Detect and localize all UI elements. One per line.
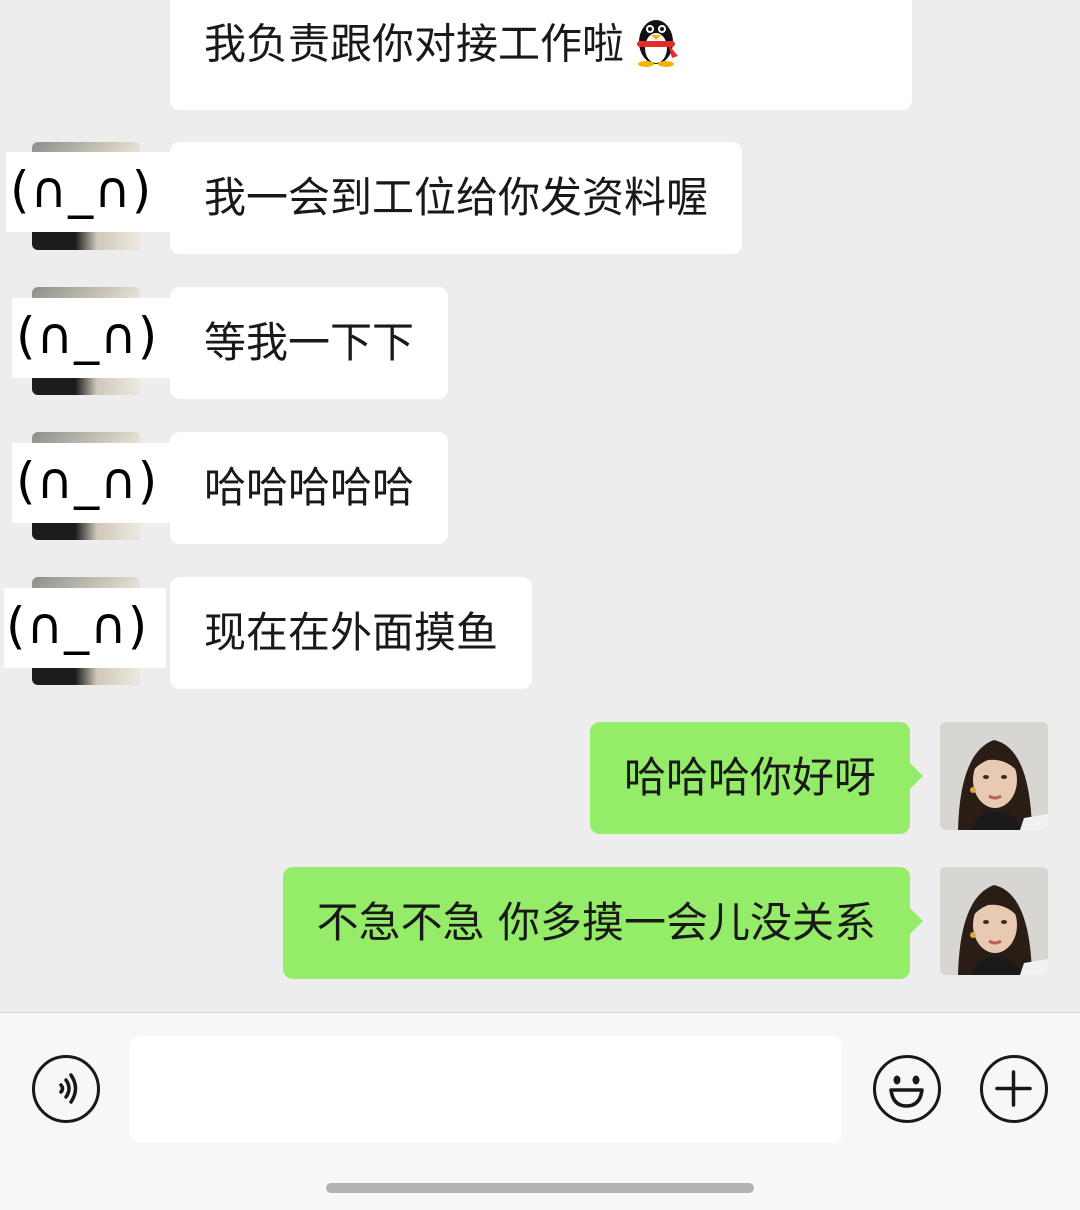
input-toolbar <box>0 1012 1080 1210</box>
emoticon-text: (∩_∩) <box>10 161 153 219</box>
chat-message-list[interactable]: 我负责跟你对接工作啦 ... (∩_∩) 我一会到工位给你发资料喔 <box>0 0 1080 1012</box>
more-button[interactable] <box>980 1055 1048 1123</box>
message-bubble-incoming[interactable]: 等我一下下 <box>170 287 449 399</box>
bubble-tail <box>909 762 923 790</box>
message-bubble-outgoing[interactable]: 不急不急 你多摸一会儿没关系 <box>282 867 910 979</box>
message-bubble-outgoing[interactable]: 哈哈哈你好呀 <box>589 722 910 834</box>
message-bubble-incoming[interactable]: 我负责跟你对接工作啦 ... <box>170 0 912 110</box>
message-bubble-incoming[interactable]: 哈哈哈哈哈 <box>170 432 449 544</box>
voice-icon <box>59 1073 78 1104</box>
emoji-button[interactable] <box>873 1055 941 1123</box>
emoticon-text: (∩_∩) <box>6 597 149 655</box>
qq-penguin-icon <box>628 12 684 82</box>
emoticon-text: (∩_∩) <box>16 452 159 510</box>
message-text: 哈哈哈你好呀 <box>623 753 876 802</box>
message-text: 我一会到工位给你发资料喔 <box>204 173 709 222</box>
message-text: 我负责跟你对接工作啦 <box>204 19 625 69</box>
voice-button[interactable] <box>32 1055 100 1123</box>
message-input[interactable] <box>130 1036 842 1143</box>
user-avatar[interactable] <box>940 867 1048 975</box>
message-text: 哈哈哈哈哈 <box>204 463 415 512</box>
emoji-icon <box>889 1075 924 1108</box>
plus-icon <box>995 1070 1032 1107</box>
message-text: 现在在外面摸鱼 <box>204 608 499 657</box>
home-indicator[interactable] <box>326 1183 754 1193</box>
message-bubble-incoming[interactable]: 现在在外面摸鱼 <box>170 577 533 689</box>
message-text: 等我一下下 <box>204 318 415 367</box>
emoticon-text: (∩_∩) <box>16 307 159 365</box>
message-bubble-incoming[interactable]: 我一会到工位给你发资料喔 <box>170 142 743 254</box>
user-avatar[interactable] <box>940 722 1048 830</box>
bubble-tail <box>909 907 923 935</box>
message-text: 不急不急 你多摸一会儿没关系 <box>316 898 876 947</box>
